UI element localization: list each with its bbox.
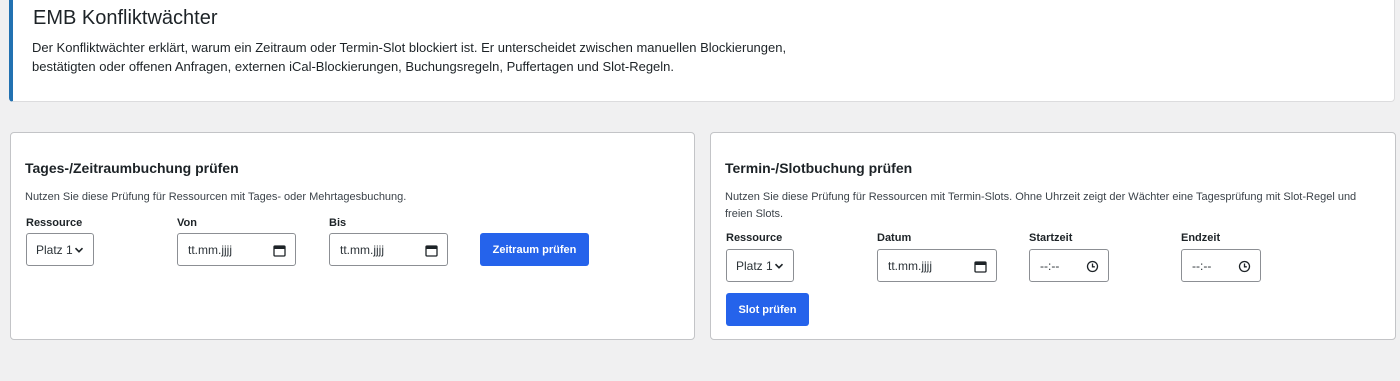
end-time-placeholder: --:-- — [1192, 258, 1212, 273]
resource-select-value: Platz 1 — [736, 258, 773, 273]
range-check-description: Nutzen Sie diese Prüfung für Ressourcen … — [25, 191, 407, 203]
date-input[interactable]: tt.mm.jjjj — [877, 249, 997, 282]
resource-select[interactable]: Platz 1 — [26, 233, 94, 266]
calendar-icon[interactable] — [273, 244, 286, 257]
start-time-label: Startzeit — [1029, 232, 1073, 244]
calendar-icon[interactable] — [974, 260, 987, 273]
from-date-placeholder: tt.mm.jjjj — [188, 242, 232, 257]
calendar-icon[interactable] — [425, 244, 438, 257]
from-label: Von — [177, 217, 197, 229]
to-date-placeholder: tt.mm.jjjj — [340, 242, 384, 257]
start-time-placeholder: --:-- — [1040, 258, 1060, 273]
check-range-button[interactable]: Zeitraum prüfen — [480, 233, 589, 266]
page-title: EMB Konfliktwächter — [33, 7, 218, 29]
date-placeholder: tt.mm.jjjj — [888, 258, 932, 273]
check-slot-button[interactable]: Slot prüfen — [726, 293, 809, 326]
chevron-down-icon — [74, 247, 84, 253]
chevron-down-icon — [774, 263, 784, 269]
start-time-input[interactable]: --:-- — [1029, 249, 1109, 282]
clock-icon[interactable] — [1086, 260, 1099, 273]
end-time-label: Endzeit — [1181, 232, 1221, 244]
slot-check-title: Termin-/Slotbuchung prüfen — [725, 160, 913, 176]
to-date-input[interactable]: tt.mm.jjjj — [329, 233, 448, 266]
range-check-card: Tages-/Zeitraumbuchung prüfen Nutzen Sie… — [10, 132, 695, 340]
slot-check-description: Nutzen Sie diese Prüfung für Ressourcen … — [725, 191, 1357, 220]
resource-label: Ressource — [726, 232, 783, 244]
resource-select-value: Platz 1 — [36, 242, 73, 257]
clock-icon[interactable] — [1238, 260, 1251, 273]
range-check-title: Tages-/Zeitraumbuchung prüfen — [25, 160, 239, 176]
end-time-input[interactable]: --:-- — [1181, 249, 1261, 282]
slot-check-card: Termin-/Slotbuchung prüfen Nutzen Sie di… — [710, 132, 1396, 340]
date-label: Datum — [877, 232, 912, 244]
page-description: Der Konfliktwächter erklärt, warum ein Z… — [32, 40, 787, 74]
to-label: Bis — [329, 217, 347, 229]
info-notice: EMB Konfliktwächter Der Konfliktwächter … — [9, 0, 1395, 102]
resource-select[interactable]: Platz 1 — [726, 249, 794, 282]
resource-label: Ressource — [26, 217, 83, 229]
from-date-input[interactable]: tt.mm.jjjj — [177, 233, 296, 266]
